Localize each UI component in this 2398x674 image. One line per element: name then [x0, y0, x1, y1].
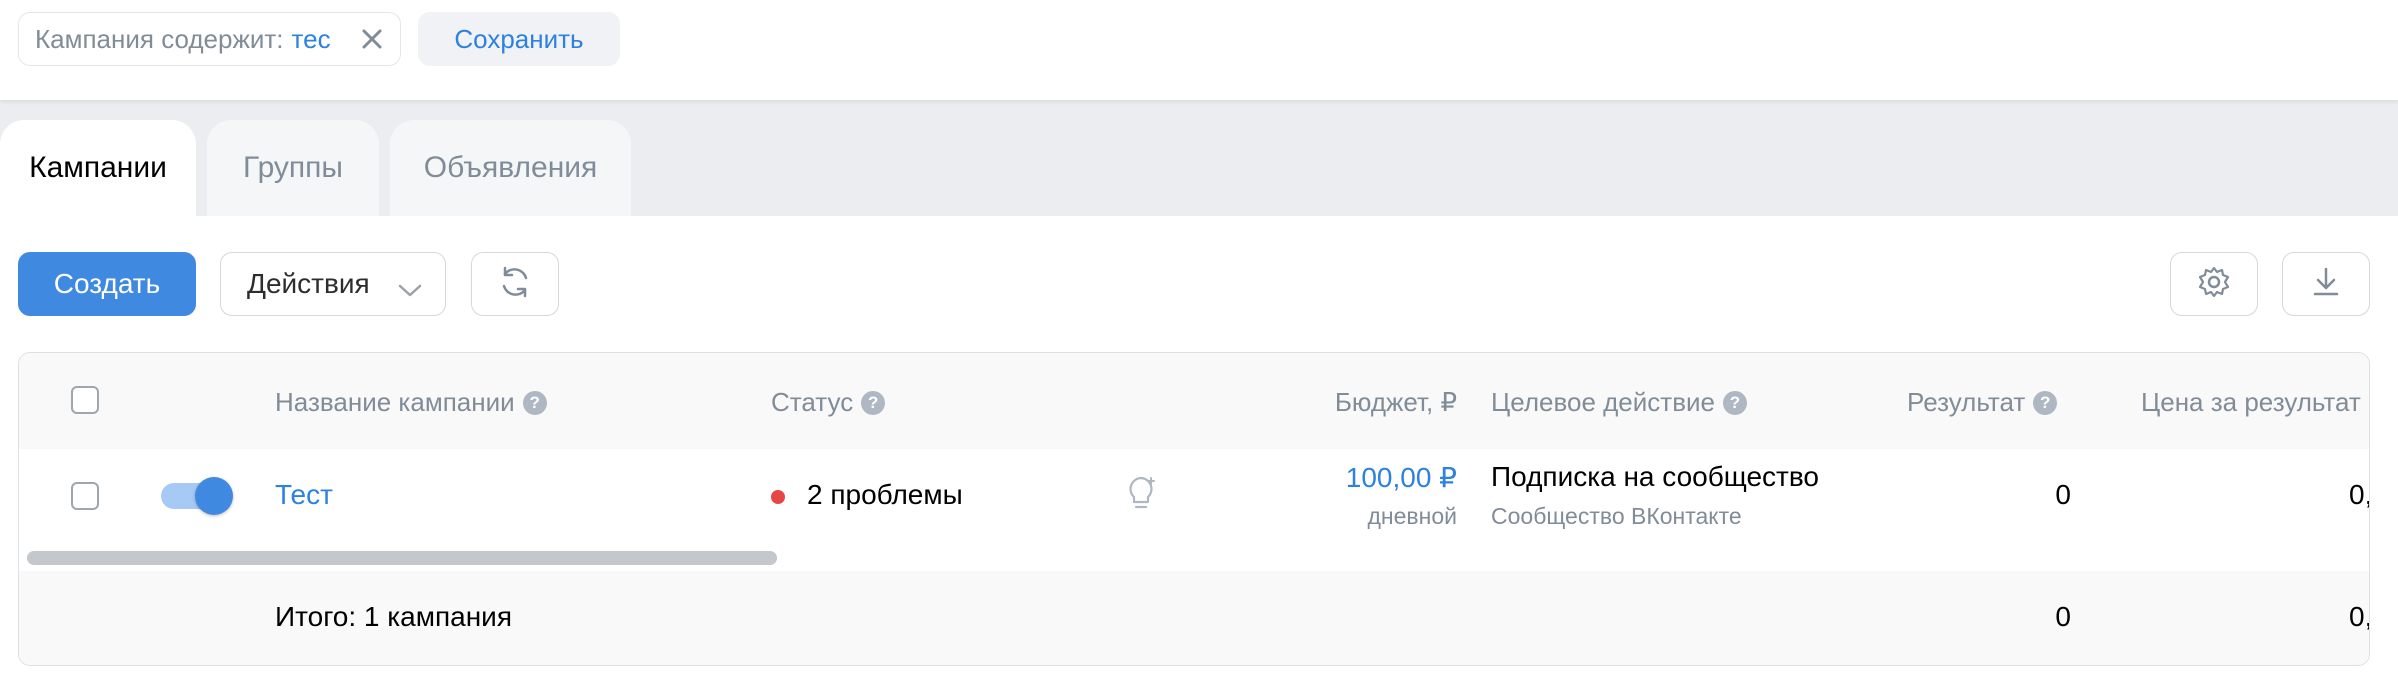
download-icon: [2308, 264, 2344, 305]
filter-chip[interactable]: Кампания содержит: тес: [18, 12, 401, 66]
column-header-result[interactable]: Результат ?: [1907, 387, 2058, 418]
column-header-price[interactable]: Цена за результат: [2141, 387, 2361, 418]
create-button[interactable]: Создать: [18, 252, 196, 316]
table-header: Название кампании ? Статус ? Бюджет, ₽ Ц…: [19, 353, 2369, 450]
budget-value[interactable]: 100,00 ₽: [1346, 461, 1457, 494]
total-label: Итого: 1 кампания: [275, 601, 512, 632]
column-header-status[interactable]: Статус ?: [771, 387, 886, 418]
help-icon[interactable]: ?: [522, 390, 547, 415]
campaign-status[interactable]: 2 проблемы: [807, 479, 963, 511]
help-icon[interactable]: ?: [1722, 390, 1747, 415]
table-footer: Итого: 1 кампания 0 0,: [19, 571, 2369, 665]
filter-bar: Кампания содержит: тес Сохранить: [0, 0, 2398, 100]
budget-period: дневной: [1367, 503, 1457, 529]
target-action-sub: Сообщество ВКонтакте: [1491, 503, 1742, 529]
column-header-budget[interactable]: Бюджет, ₽: [1335, 387, 1457, 418]
tab-ads[interactable]: Объявления: [390, 120, 631, 216]
chevron-down-icon: [397, 275, 423, 307]
result-value: 0: [2055, 479, 2071, 510]
gear-icon: [2196, 264, 2232, 305]
table-row[interactable]: Тест 2 проблемы 100,00 ₽ дневной Подписк…: [19, 449, 2369, 542]
settings-button[interactable]: [2170, 252, 2258, 316]
total-price: 0,: [2349, 601, 2369, 632]
actions-label: Действия: [247, 268, 370, 299]
column-header-target[interactable]: Целевое действие ?: [1491, 387, 1747, 418]
campaign-toggle-knob[interactable]: [195, 477, 233, 515]
campaigns-table: Название кампании ? Статус ? Бюджет, ₽ Ц…: [18, 352, 2370, 666]
filter-value: тес: [291, 23, 331, 54]
campaign-name-link[interactable]: Тест: [275, 479, 333, 511]
price-value: 0,: [2349, 479, 2369, 510]
scrollbar-thumb[interactable]: [27, 551, 777, 565]
tab-groups[interactable]: Группы: [207, 120, 379, 216]
download-button[interactable]: [2282, 252, 2370, 316]
campaigns-panel: Создать Действия Название кампании ? Ста…: [0, 216, 2398, 674]
refresh-button[interactable]: [471, 252, 559, 316]
horizontal-scrollbar[interactable]: [19, 541, 2369, 572]
tab-campaigns[interactable]: Кампании: [0, 120, 196, 216]
actions-dropdown[interactable]: Действия: [220, 252, 446, 316]
filter-label: Кампания содержит:: [35, 23, 284, 54]
refresh-icon: [497, 264, 533, 305]
lightbulb-icon[interactable]: [1123, 473, 1159, 518]
help-icon[interactable]: ?: [861, 390, 886, 415]
close-icon[interactable]: [359, 26, 385, 52]
total-result: 0: [2055, 601, 2071, 632]
select-all-checkbox[interactable]: [71, 386, 99, 414]
status-dot: [771, 490, 785, 504]
column-header-name[interactable]: Название кампании ?: [275, 387, 547, 418]
target-action: Подписка на сообщество: [1491, 461, 1820, 492]
row-checkbox[interactable]: [71, 482, 99, 510]
help-icon[interactable]: ?: [2033, 390, 2058, 415]
save-filter-button[interactable]: Сохранить: [418, 12, 620, 66]
